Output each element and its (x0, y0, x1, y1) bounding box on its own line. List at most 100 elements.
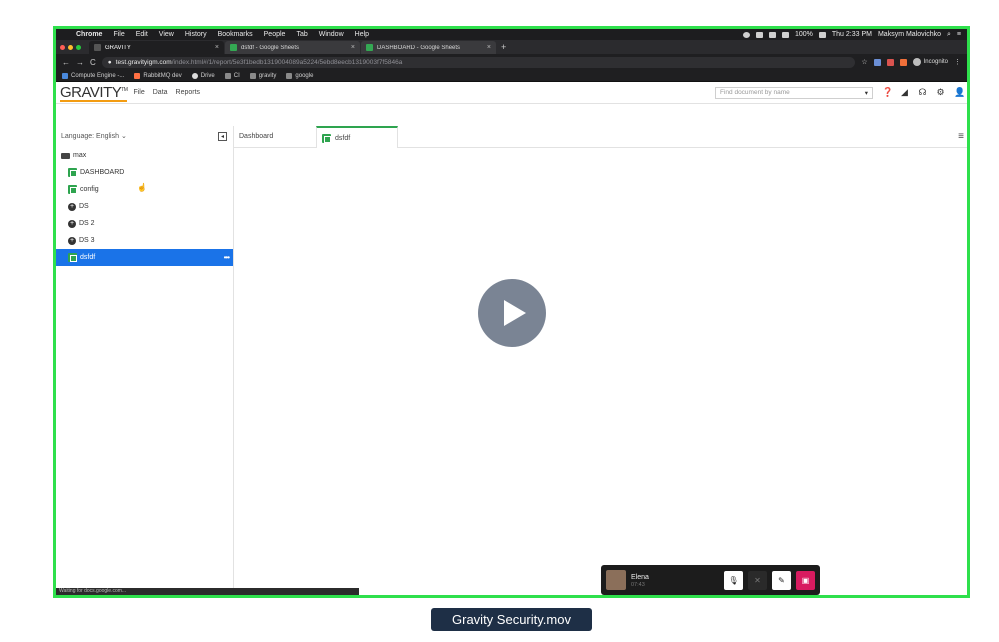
browser-tabstrip: GRAVITY × dsfdf - Google Sheets × DASHBO… (56, 40, 967, 54)
wifi-icon[interactable] (768, 31, 776, 38)
tree-item-ds[interactable]: + DS (56, 198, 233, 215)
headset-icon[interactable]: ☊ (918, 87, 927, 98)
tree-folder-max[interactable]: max (56, 147, 233, 164)
bookmark-label: CI (233, 72, 240, 79)
tab-label: dsfdf (335, 134, 351, 142)
user-icon[interactable]: 👤 (954, 87, 965, 98)
bookmarks-bar: Compute Engine -... RabbitMQ dev Drive C… (56, 70, 967, 82)
tree-label: dsfdf (80, 254, 96, 261)
battery-icon[interactable] (818, 31, 826, 38)
address-bar[interactable]: ● test.gravityigm.com/index.html#/1/repo… (101, 56, 856, 68)
bookmark-star-icon[interactable]: ☆ (861, 58, 867, 66)
bookmark-label: Compute Engine -... (71, 72, 125, 79)
camera-off-icon[interactable]: ✕ (748, 570, 767, 590)
menubar-clock[interactable]: Thu 2:33 PM (832, 31, 872, 38)
tree-item-dashboard[interactable]: DASHBOARD (56, 164, 233, 181)
back-icon[interactable]: ← (62, 58, 70, 67)
browser-tab-dsfdf-sheets[interactable]: dsfdf - Google Sheets × (225, 41, 360, 54)
close-tab-icon[interactable]: × (215, 44, 219, 51)
menubar-item-file[interactable]: File (113, 31, 124, 38)
browser-tab-gravity[interactable]: GRAVITY × (89, 41, 224, 54)
drive-icon (191, 72, 198, 79)
menubar-item-view[interactable]: View (159, 31, 174, 38)
app-menu-reports[interactable]: Reports (176, 89, 201, 96)
bookmark-label: google (295, 72, 314, 79)
bookmark-label: RabbitMQ dev (143, 72, 182, 79)
status-icon[interactable] (755, 31, 763, 38)
signal-icon[interactable]: ◢ (900, 87, 909, 98)
call-participant-name: Elena (631, 573, 649, 581)
play-button[interactable] (478, 279, 546, 347)
url-path: /index.html#/1/report/5e3f1bedb131900408… (171, 58, 403, 66)
bookmark-item[interactable]: RabbitMQ dev (134, 72, 182, 79)
tree-item-ds-2[interactable]: + DS 2 (56, 215, 233, 232)
gravity-logo[interactable]: GRAVITYTM (60, 83, 128, 102)
more-options-icon[interactable]: ••• (224, 253, 230, 262)
document-tabs: Dashboard dsfdf (234, 126, 967, 148)
menubar-item-chrome[interactable]: Chrome (76, 31, 102, 38)
app-menu-data[interactable]: Data (153, 89, 168, 96)
security-info-icon[interactable]: ● (108, 59, 112, 66)
bookmark-item[interactable]: CI (224, 72, 240, 79)
microphone-icon[interactable]: 🎙 (724, 570, 743, 590)
menubar-item-help[interactable]: Help (355, 31, 369, 38)
spotlight-icon[interactable]: ⌕ (947, 31, 951, 39)
tree-item-dsfdf[interactable]: dsfdf ••• (56, 249, 233, 266)
tree-label: max (73, 152, 87, 159)
play-icon (504, 300, 526, 326)
close-window-icon[interactable] (60, 44, 65, 50)
help-icon[interactable]: ❓ (882, 87, 893, 98)
menubar-item-history[interactable]: History (185, 31, 207, 38)
plus-circle-icon: + (68, 219, 76, 228)
notification-center-icon[interactable]: ≡ (957, 31, 961, 38)
cloud-icon (62, 72, 68, 79)
extension-icon[interactable] (886, 58, 894, 66)
avatar (606, 570, 626, 590)
close-tab-icon[interactable]: × (351, 44, 355, 51)
document-search-input[interactable]: Find document by name ▾ (715, 86, 873, 99)
tree-label: DS (79, 203, 89, 210)
sheet-icon (322, 133, 331, 143)
sheet-icon (68, 253, 77, 262)
menubar-item-edit[interactable]: Edit (136, 31, 148, 38)
language-selector[interactable]: Language: English ⌄ (61, 132, 127, 140)
screen-share-icon[interactable]: ▣ (796, 570, 815, 590)
caret-down-icon[interactable]: ▾ (865, 89, 868, 97)
bookmark-item[interactable]: gravity (249, 72, 276, 79)
browser-menu-icon[interactable]: ⋮ (954, 58, 961, 66)
bookmark-item[interactable]: Drive (191, 72, 215, 79)
collapse-sidebar-button[interactable]: ◂ (218, 131, 227, 141)
minimize-window-icon[interactable] (68, 44, 73, 50)
menubar-item-people[interactable]: People (264, 31, 286, 38)
menubar-item-tab[interactable]: Tab (296, 31, 307, 38)
gear-icon[interactable]: ⚙ (936, 87, 945, 98)
tree-label: DASHBOARD (80, 169, 125, 176)
tree-item-config[interactable]: config ☝ (56, 181, 233, 198)
extension-icon[interactable] (873, 58, 881, 66)
app-menu-file[interactable]: File (133, 89, 144, 96)
bookmark-item[interactable]: Compute Engine -... (62, 72, 125, 79)
hand-cursor-icon: ☝ (137, 183, 147, 192)
rabbitmq-icon (134, 72, 141, 79)
sheet-icon (68, 168, 77, 177)
draw-icon[interactable]: ✎ (772, 570, 791, 590)
browser-tab-dashboard-sheets[interactable]: DASHBOARD - Google Sheets × (361, 41, 496, 54)
sheets-favicon-icon (366, 44, 373, 51)
tab-dsfdf[interactable]: dsfdf (316, 126, 398, 148)
reload-icon[interactable]: C (90, 58, 96, 67)
hamburger-menu-icon[interactable]: ≡ (958, 131, 964, 142)
bookmark-item[interactable]: google (286, 72, 314, 79)
menubar-item-bookmarks[interactable]: Bookmarks (218, 31, 253, 38)
extension-icon[interactable] (899, 58, 907, 66)
forward-icon[interactable]: → (76, 58, 84, 67)
tree-item-ds-3[interactable]: + DS 3 (56, 232, 233, 249)
fullscreen-window-icon[interactable] (76, 44, 81, 50)
close-tab-icon[interactable]: × (487, 44, 491, 51)
profile-button[interactable]: Incognito (912, 58, 948, 66)
volume-icon[interactable] (781, 31, 789, 38)
new-tab-button[interactable]: + (501, 42, 506, 52)
menubar-item-window[interactable]: Window (319, 31, 344, 38)
status-icon[interactable] (742, 31, 750, 38)
tab-dashboard[interactable]: Dashboard (234, 126, 316, 147)
menubar-user[interactable]: Maksym Malovichko (878, 31, 941, 38)
